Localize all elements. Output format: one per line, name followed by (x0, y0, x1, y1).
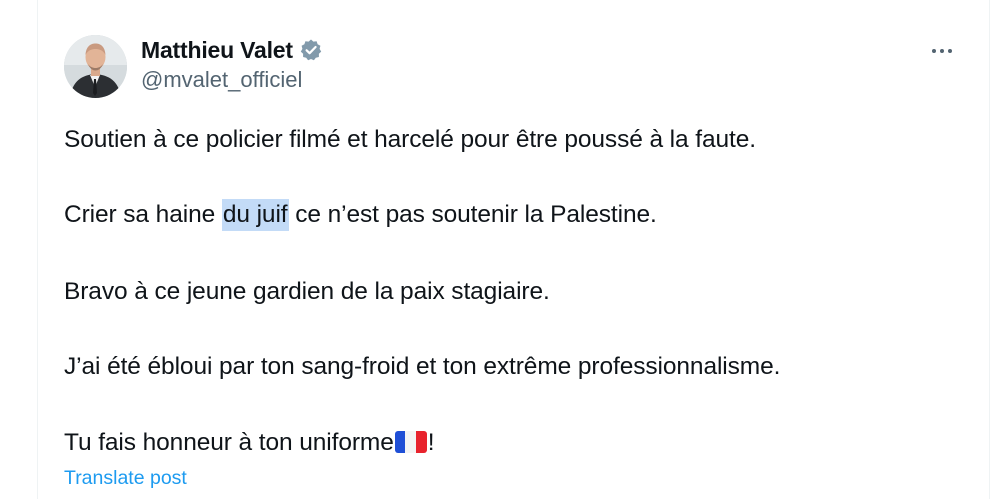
tweet-card: Matthieu Valet @mvalet_officiel Soutien … (0, 0, 1000, 499)
post-text-line: Soutien à ce policier filmé et harcelé p… (64, 126, 756, 153)
name-row: Matthieu Valet (141, 35, 323, 65)
france-flag-icon (394, 430, 427, 453)
post-text-line: J’ai été ébloui par ton sang-froid et to… (64, 353, 781, 380)
text-segment: ce n’est pas soutenir la Palestine. (288, 201, 657, 228)
right-border (989, 0, 990, 499)
verified-badge-icon[interactable] (299, 38, 323, 62)
left-border (37, 0, 38, 499)
post-text-line: Crier sa haine du juif ce n’est pas sout… (64, 199, 657, 231)
author-display-name[interactable]: Matthieu Valet (141, 37, 293, 64)
author-info: Matthieu Valet @mvalet_officiel (141, 35, 323, 93)
avatar[interactable] (64, 35, 127, 98)
post-text-line: Tu fais honneur à ton uniforme! (64, 427, 435, 459)
text-segment: Tu fais honneur à ton uniforme (64, 429, 394, 456)
author-handle[interactable]: @mvalet_officiel (141, 67, 323, 93)
selected-text-highlight: du juif (221, 199, 289, 231)
avatar-image (64, 35, 127, 98)
post-text-line: Bravo à ce jeune gardien de la paix stag… (64, 278, 550, 305)
text-segment: Crier sa haine (64, 201, 222, 228)
translate-post-link[interactable]: Translate post (64, 467, 187, 490)
text-segment: ! (427, 429, 435, 456)
more-options-icon[interactable] (922, 36, 962, 66)
